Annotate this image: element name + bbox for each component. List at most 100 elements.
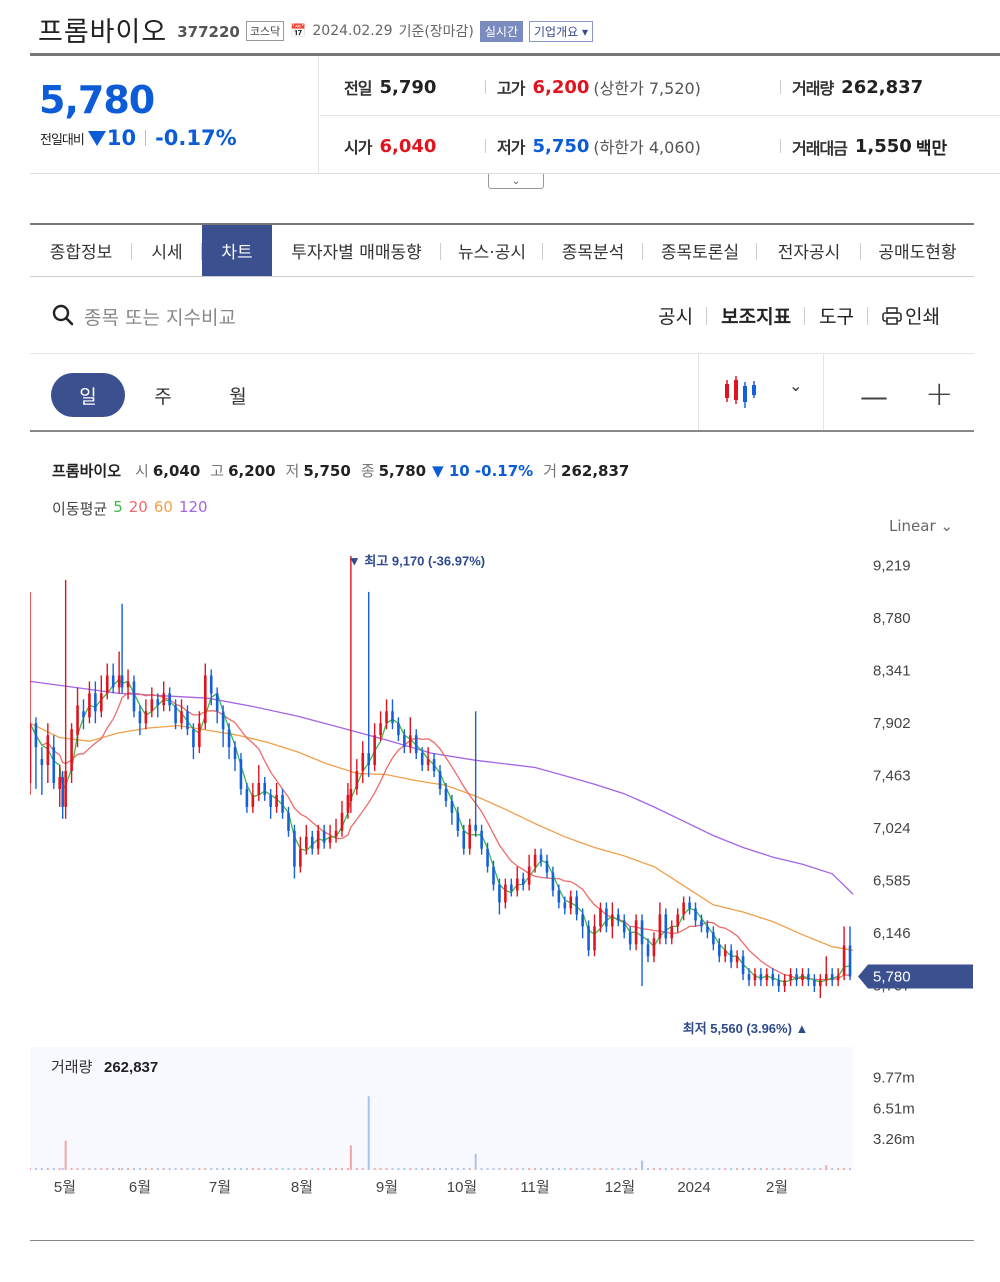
scale-mode-select[interactable]: Linear ⌄: [889, 517, 953, 535]
candle-body: [664, 914, 668, 939]
change-amount: 10: [87, 126, 136, 150]
x-axis-label: 2월: [766, 1179, 788, 1196]
candle-body: [438, 771, 442, 789]
chart-type-selector[interactable]: ⌄: [698, 354, 824, 430]
tab-disclosure[interactable]: 전자공시: [757, 225, 861, 276]
volume-bar: [349, 1145, 352, 1170]
tab-analysis[interactable]: 종목분석: [543, 225, 643, 276]
candle-body: [269, 794, 272, 807]
volume-bar: [706, 1168, 709, 1170]
candle-body: [203, 675, 207, 724]
candle-body: [557, 890, 561, 903]
tab-short-selling[interactable]: 공매도현황: [861, 225, 974, 276]
volume-bar: [70, 1168, 73, 1170]
period-selector: 일 주 월 ⌄ — +: [30, 354, 974, 432]
stat-row-divider: [320, 115, 1000, 116]
volume-bar: [599, 1168, 602, 1170]
volume-bar: [658, 1168, 661, 1170]
zoom-out-button[interactable]: —: [860, 380, 888, 413]
volume-bar: [664, 1168, 667, 1170]
volume-bar: [545, 1168, 548, 1170]
volume-bar: [391, 1168, 394, 1170]
candle-body: [186, 711, 189, 730]
volume-bar: [192, 1168, 195, 1170]
realtime-button[interactable]: 실시간: [479, 20, 524, 42]
volume-bar: [100, 1168, 103, 1170]
candle-body: [759, 974, 763, 981]
volume-bar: [587, 1168, 590, 1170]
change-percent: -0.17%: [155, 126, 237, 150]
ma-label: 이동평균: [52, 500, 108, 518]
volume-bar: [724, 1168, 727, 1170]
tab-quotes[interactable]: 시세: [132, 225, 202, 276]
volume-bar: [837, 1168, 840, 1170]
drawing-tools-button[interactable]: 도구: [805, 302, 869, 329]
tab-overview[interactable]: 종합정보: [30, 225, 132, 276]
disclosure-button[interactable]: 공시: [644, 302, 708, 329]
volume-bar: [646, 1168, 649, 1170]
volume-bar: [263, 1168, 266, 1170]
candle-body: [628, 932, 632, 945]
y-tick-label: 6,585: [873, 872, 911, 889]
candlestick-icon: [725, 376, 756, 408]
candle-body: [409, 735, 412, 748]
market-badge: 코스닥: [245, 21, 285, 41]
price-summary: 5,780 전일대비 10 -0.17% 전일 5,790 고가 6,200 (상한가…: [30, 56, 1000, 174]
volume-bar: [789, 1168, 792, 1170]
candle-body: [257, 782, 261, 795]
candle-body: [605, 908, 608, 927]
stock-code: 377220: [177, 23, 240, 41]
period-month-button[interactable]: 월: [201, 373, 275, 417]
indicator-button[interactable]: 보조지표: [707, 302, 805, 329]
candle-body: [474, 824, 477, 831]
tab-news[interactable]: 뉴스·공시: [441, 225, 543, 276]
candle-body: [432, 759, 436, 772]
candle-body: [521, 878, 525, 885]
candle-body: [688, 902, 691, 909]
candle-body: [456, 812, 460, 831]
volume-bar: [64, 1140, 67, 1170]
volume-bar: [718, 1168, 721, 1170]
candle-body: [346, 794, 350, 813]
chart-toolbar: 종목 또는 지수비교 공시 보조지표 도구 인쇄: [30, 278, 974, 354]
volume-bar: [629, 1168, 632, 1170]
candle-body: [539, 854, 543, 861]
volume-bar: [245, 1168, 248, 1170]
compare-search-input[interactable]: 종목 또는 지수비교: [84, 303, 236, 330]
period-week-button[interactable]: 주: [126, 373, 200, 417]
volume-bar: [355, 1168, 358, 1170]
volume-bar: [444, 1168, 447, 1170]
candle-body: [593, 926, 596, 951]
tab-discussion[interactable]: 종목토론실: [643, 225, 757, 276]
volume-bar: [652, 1168, 655, 1170]
volume-tick-label: 3.26m: [873, 1131, 915, 1148]
candle-body: [414, 735, 418, 754]
x-axis-label: 7월: [209, 1179, 231, 1196]
chart-legend: 프롬바이오 시 6,040 고 6,200 저 5,750 종 5,780 ▼ 10 -…: [52, 462, 630, 480]
volume-bar: [456, 1168, 459, 1170]
candle-body: [373, 735, 376, 766]
volume-bar: [186, 1168, 189, 1170]
price-chart[interactable]: 9,219 8,780 8,341 7,902 7,463 7,024 6,585 6,146…: [30, 540, 975, 1200]
tab-investor-trading[interactable]: 투자자별 매매동향: [272, 225, 441, 276]
candle-body: [94, 693, 97, 712]
candle-body: [138, 711, 142, 724]
expand-button[interactable]: ⌄: [488, 174, 544, 189]
candle-body: [349, 788, 353, 801]
candle-body: [783, 980, 786, 987]
zoom-in-button[interactable]: +: [925, 374, 954, 414]
volume-bar: [795, 1168, 798, 1170]
bottom-divider: [30, 1240, 974, 1241]
print-button[interactable]: 인쇄: [868, 302, 954, 329]
volume-bar: [127, 1168, 130, 1170]
volume-bar: [676, 1168, 679, 1170]
candle-body: [676, 914, 680, 927]
volume-bar: [427, 1168, 430, 1170]
volume-bar: [843, 1168, 846, 1170]
company-overview-button[interactable]: 기업개요 ▾: [529, 20, 594, 42]
period-day-button[interactable]: 일: [51, 373, 125, 417]
candle-body: [527, 866, 531, 885]
search-icon[interactable]: [52, 304, 74, 326]
tab-chart[interactable]: 차트: [202, 225, 272, 276]
legend-change: ▼ 10 -0.17%: [432, 462, 534, 480]
